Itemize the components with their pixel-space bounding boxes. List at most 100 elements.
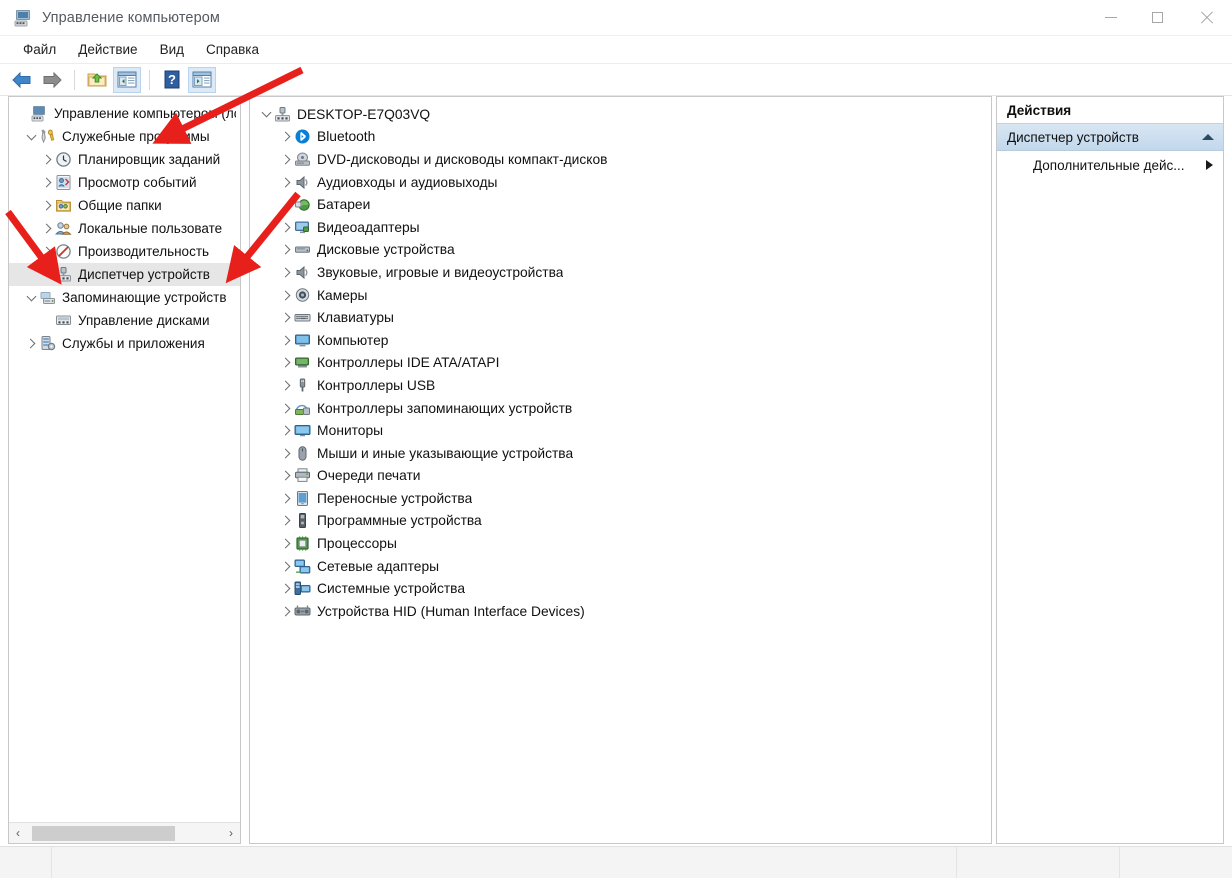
chevron-up-icon[interactable]	[1202, 134, 1214, 140]
device-category-keyboards[interactable]: Клавиатуры	[250, 306, 991, 329]
device-category-network-adapters[interactable]: Сетевые адаптеры	[250, 555, 991, 578]
expander-down-icon[interactable]	[258, 107, 274, 118]
tools-icon	[39, 128, 56, 145]
device-category-system-devices[interactable]: Системные устройства	[250, 577, 991, 600]
expander-right-icon[interactable]	[278, 335, 294, 346]
menu-action[interactable]: Действие	[67, 39, 148, 60]
device-category-bluetooth[interactable]: Bluetooth	[250, 126, 991, 149]
tree-item-event-viewer[interactable]: Просмотр событий	[9, 171, 240, 194]
device-category-monitors[interactable]: Мониторы	[250, 419, 991, 442]
expander-right-icon[interactable]	[278, 312, 294, 323]
forward-arrow-icon[interactable]	[38, 67, 66, 93]
actions-pane-header[interactable]: Диспетчер устройств	[997, 124, 1223, 151]
device-category-label: Мыши и иные указывающие устройства	[317, 445, 574, 461]
computer-management-icon	[13, 9, 33, 27]
tree-item-task-scheduler[interactable]: Планировщик заданий	[9, 148, 240, 171]
expander-right-icon[interactable]	[278, 583, 294, 594]
tree-item-label: Службы и приложения	[62, 336, 205, 351]
maximize-button[interactable]	[1134, 0, 1180, 36]
expander-right-icon[interactable]	[278, 380, 294, 391]
expander-right-icon[interactable]	[278, 470, 294, 481]
scroll-track[interactable]	[27, 822, 222, 843]
expander-right-icon[interactable]	[278, 448, 294, 459]
expander-down-icon[interactable]	[23, 291, 39, 301]
computer-management-icon	[31, 105, 48, 122]
expander-right-icon[interactable]	[278, 222, 294, 233]
tree-item-label: Служебные программы	[62, 129, 210, 144]
expander-right-icon[interactable]	[278, 267, 294, 278]
monitor-icon	[294, 422, 311, 439]
expander-down-icon[interactable]	[23, 130, 39, 140]
menu-file[interactable]: Файл	[12, 39, 67, 60]
device-category-software-devices[interactable]: Программные устройства	[250, 510, 991, 533]
up-folder-icon[interactable]	[83, 67, 111, 93]
expander-right-icon[interactable]	[278, 425, 294, 436]
sound-video-icon	[294, 264, 311, 281]
expander-right-icon[interactable]	[39, 223, 55, 234]
device-category-ide-controllers[interactable]: Контроллеры IDE ATA/ATAPI	[250, 352, 991, 375]
expander-right-icon[interactable]	[278, 357, 294, 368]
expander-right-icon[interactable]	[23, 338, 39, 349]
expander-right-icon[interactable]	[278, 516, 294, 526]
device-tree-root[interactable]: DESKTOP-E7Q03VQ	[250, 103, 991, 126]
expander-right-icon[interactable]	[39, 200, 55, 211]
expander-right-icon[interactable]	[278, 177, 294, 188]
expander-right-icon[interactable]	[278, 538, 294, 549]
tree-item-services-applications[interactable]: Службы и приложения	[9, 332, 240, 355]
expander-right-icon[interactable]	[278, 154, 294, 165]
device-category-usb-controllers[interactable]: Контроллеры USB	[250, 374, 991, 397]
minimize-button[interactable]	[1088, 0, 1134, 36]
device-category-sound-video-game[interactable]: Звуковые, игровые и видеоустройства	[250, 261, 991, 284]
scroll-thumb[interactable]	[32, 825, 175, 841]
expander-right-icon[interactable]	[39, 177, 55, 188]
console-tree-horizontal-scrollbar[interactable]: ‹ ›	[9, 822, 240, 843]
device-category-portable-devices[interactable]: Переносные устройства	[250, 487, 991, 510]
expander-right-icon[interactable]	[278, 561, 294, 572]
menu-help[interactable]: Справка	[195, 39, 270, 60]
device-category-computer[interactable]: Компьютер	[250, 329, 991, 352]
help-icon[interactable]: ?	[158, 67, 186, 93]
device-category-cameras[interactable]: Камеры	[250, 284, 991, 307]
tree-item-performance[interactable]: Производительность	[9, 240, 240, 263]
speaker-icon	[294, 174, 311, 191]
expander-right-icon[interactable]	[39, 154, 55, 165]
more-actions-item[interactable]: Дополнительные дейс...	[997, 151, 1223, 179]
tree-item-device-manager[interactable]: Диспетчер устройств	[9, 263, 240, 286]
expander-right-icon[interactable]	[278, 290, 294, 300]
tree-item-shared-folders[interactable]: Общие папки	[9, 194, 240, 217]
expander-right-icon[interactable]	[278, 244, 294, 255]
show-hide-action-pane-icon[interactable]	[188, 66, 216, 93]
expander-right-icon[interactable]	[278, 403, 294, 413]
bluetooth-icon	[294, 128, 311, 145]
device-category-processors[interactable]: Процессоры	[250, 532, 991, 555]
tree-item-disk-management[interactable]: Управление дисками	[9, 309, 240, 332]
menu-view[interactable]: Вид	[149, 39, 195, 60]
device-category-mice[interactable]: Мыши и иные указывающие устройства	[250, 442, 991, 465]
device-category-print-queues[interactable]: Очереди печати	[250, 465, 991, 488]
chevron-right-icon[interactable]	[1206, 160, 1213, 170]
device-category-storage-controllers[interactable]: Контроллеры запоминающих устройств	[250, 397, 991, 420]
tree-item-computer-management[interactable]: Управление компьютером (лс	[9, 102, 240, 125]
more-actions-label: Дополнительные дейс...	[1033, 157, 1185, 173]
back-arrow-icon[interactable]	[8, 67, 36, 93]
expander-right-icon[interactable]	[39, 246, 55, 257]
expander-right-icon[interactable]	[278, 606, 294, 617]
tree-item-local-users[interactable]: Локальные пользовате	[9, 217, 240, 240]
device-category-label: Процессоры	[317, 536, 397, 552]
scroll-left-button[interactable]: ‹	[9, 823, 27, 844]
device-category-disk-drives[interactable]: Дисковые устройства	[250, 239, 991, 262]
scroll-right-button[interactable]: ›	[222, 823, 240, 844]
device-category-display-adapters[interactable]: Видеоадаптеры	[250, 216, 991, 239]
device-category-hid-devices[interactable]: Устройства HID (Human Interface Devices)	[250, 600, 991, 623]
device-category-dvd-drives[interactable]: DVD-дисководы и дисководы компакт-дисков	[250, 148, 991, 171]
close-button[interactable]	[1180, 0, 1232, 36]
show-hide-console-tree-icon[interactable]	[113, 66, 141, 93]
expander-right-icon[interactable]	[278, 493, 294, 504]
tree-item-storage[interactable]: Запоминающие устройств	[9, 286, 240, 309]
tree-item-system-tools[interactable]: Служебные программы	[9, 125, 240, 148]
window-title: Управление компьютером	[42, 9, 220, 26]
device-category-batteries[interactable]: Батареи	[250, 193, 991, 216]
expander-right-icon[interactable]	[278, 131, 294, 142]
storage-icon	[39, 289, 56, 306]
device-category-audio-io[interactable]: Аудиовходы и аудиовыходы	[250, 171, 991, 194]
